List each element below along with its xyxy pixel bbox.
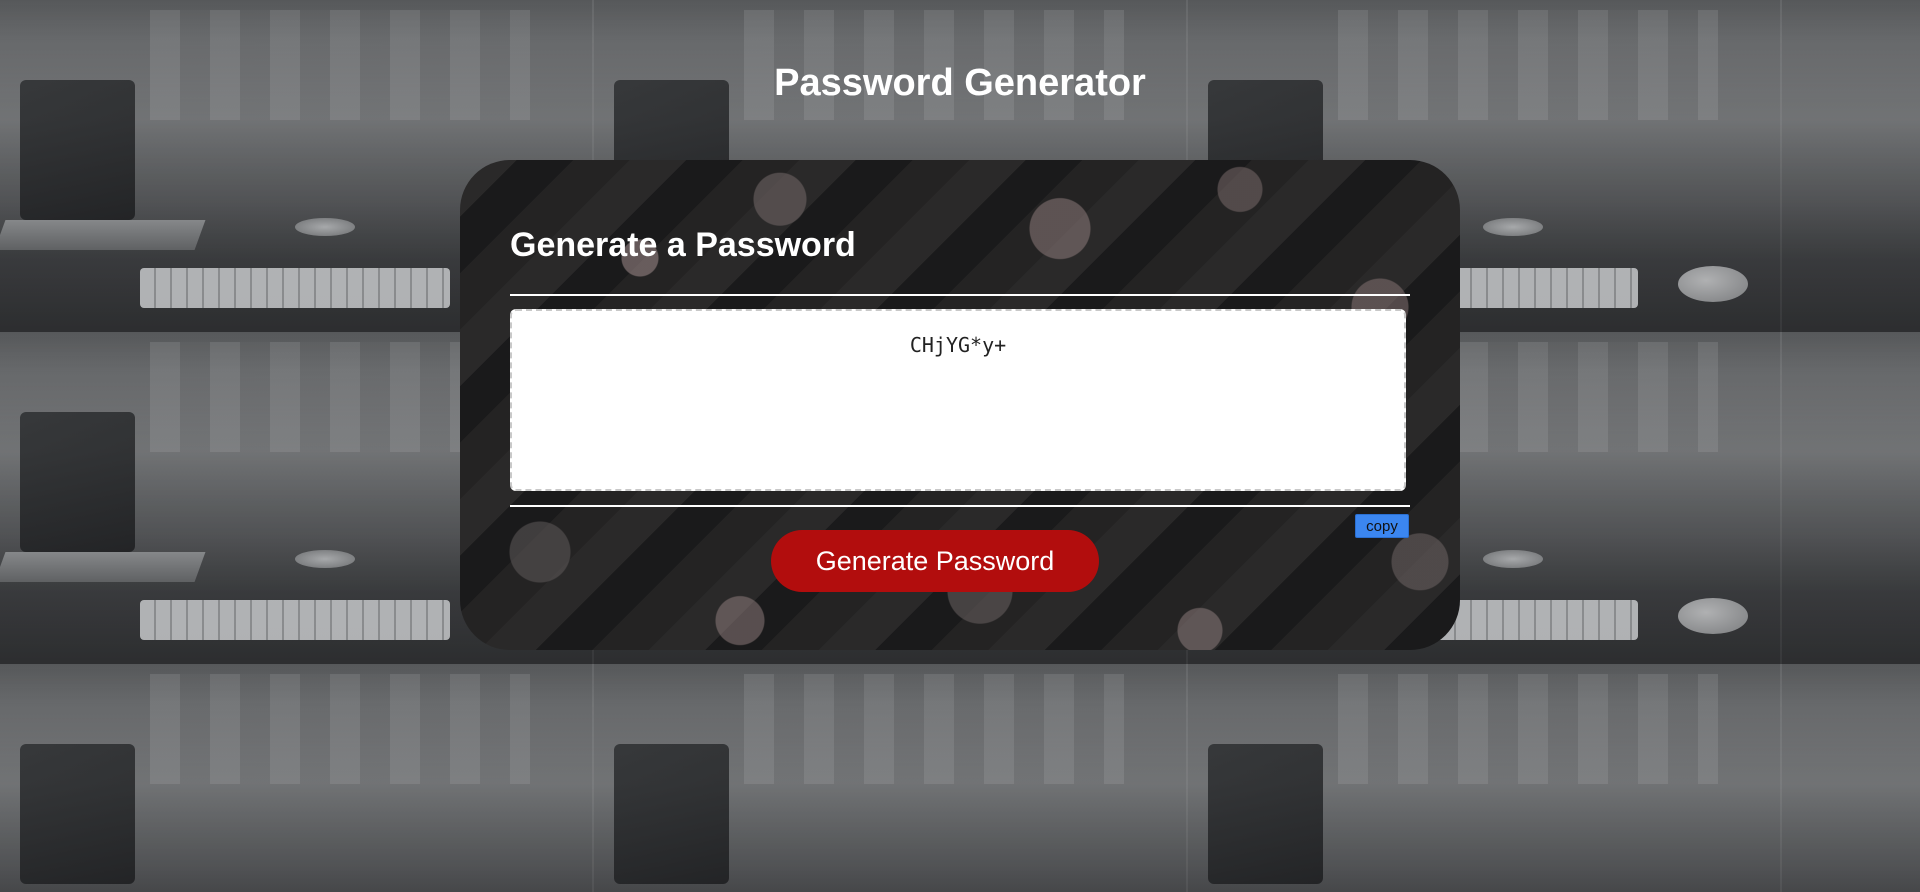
card-heading: Generate a Password — [510, 226, 856, 264]
copy-button[interactable]: copy — [1355, 514, 1409, 538]
bottom-divider — [510, 505, 1410, 507]
page-title: Password Generator — [774, 62, 1146, 104]
password-card: Generate a Password CHjYG*y+ copy Genera… — [460, 160, 1460, 650]
password-output[interactable]: CHjYG*y+ — [510, 309, 1406, 491]
top-divider — [510, 294, 1410, 296]
generate-password-button[interactable]: Generate Password — [771, 530, 1099, 592]
